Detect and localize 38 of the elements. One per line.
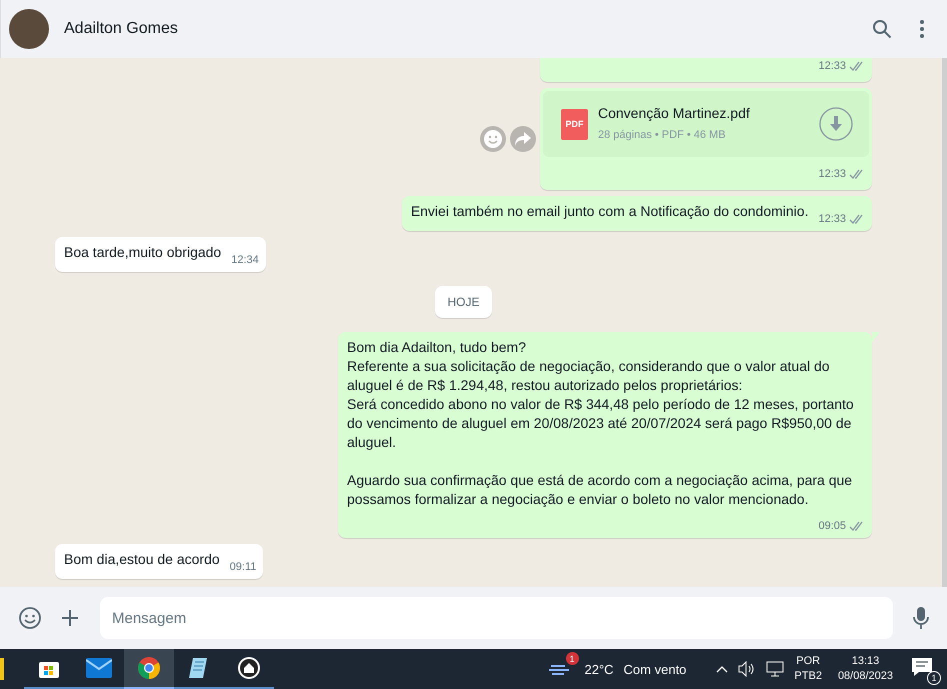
file-name: Convenção Martinez.pdf [598,104,751,122]
contact-avatar[interactable] [9,9,49,49]
house-circle-icon [237,656,261,680]
microphone-icon [913,607,929,629]
message-text: Enviei também no email junto com a Notificação do condominio. [410,203,808,219]
message-input[interactable]: Mensagem [100,597,893,639]
menu-icon [919,19,925,39]
message-time: 12:33 [818,59,846,74]
speaker-icon[interactable] [738,661,756,677]
clock[interactable]: 13:13 08/08/2023 [838,654,893,684]
message-text: Boa tarde,muito obrigado [64,244,222,260]
smiley-icon [18,606,42,630]
forward-arrow-icon [515,132,531,146]
notification-icon[interactable] [911,657,933,677]
message-time: 12:33 [818,167,846,182]
pdf-file-icon: PDF [561,108,588,140]
message-text: Bom dia,estou de acordo [64,551,220,567]
chevron-up-icon[interactable] [716,665,728,673]
mail-envelope-icon [86,658,112,678]
smiley-icon [483,129,503,149]
search-icon [872,19,892,39]
file-details: 28 páginas • PDF • 46 MB [598,128,727,142]
download-icon[interactable] [819,107,853,141]
taskbar-edge-icon [0,658,4,680]
message-time: 12:33 [818,212,846,227]
file-attachment[interactable]: PDF Convenção Martinez.pdf 28 páginas • PDF • 46 MB [543,91,869,157]
message-time: 09:11 [230,560,256,575]
message-time: 09:05 [818,519,846,534]
weather-text[interactable]: Com vento [624,662,686,676]
message-text: Bom dia Adailton, tudo bem? Referente a sua solicitação de negociação, considerando que o valor atual do aluguel é de R$ 1.294,48, restou autorizado pelos proprietários: Será concedido abono no valor de R$ 344,48 pelo período de 12 meses, portanto do vencimento de aluguel em 20/08/2023 até 20/07/2024 será pago R$950,00 de aluguel. Aguardo sua confirmação que está de acordo com a negociação acima, para que possamos formalizar a negociação e enviar o boleto no valor mencionado. [347,339,855,507]
network-monitor-icon[interactable] [766,661,784,677]
message-time: 12:34 [231,253,259,268]
weather-badge: 1 [566,652,578,665]
browser-circle-icon [137,656,161,680]
temperature[interactable]: 22°C [584,662,614,676]
notification-count: 1 [927,671,941,685]
input-language[interactable]: POR PTB2 [794,654,822,684]
plus-icon [60,608,80,628]
